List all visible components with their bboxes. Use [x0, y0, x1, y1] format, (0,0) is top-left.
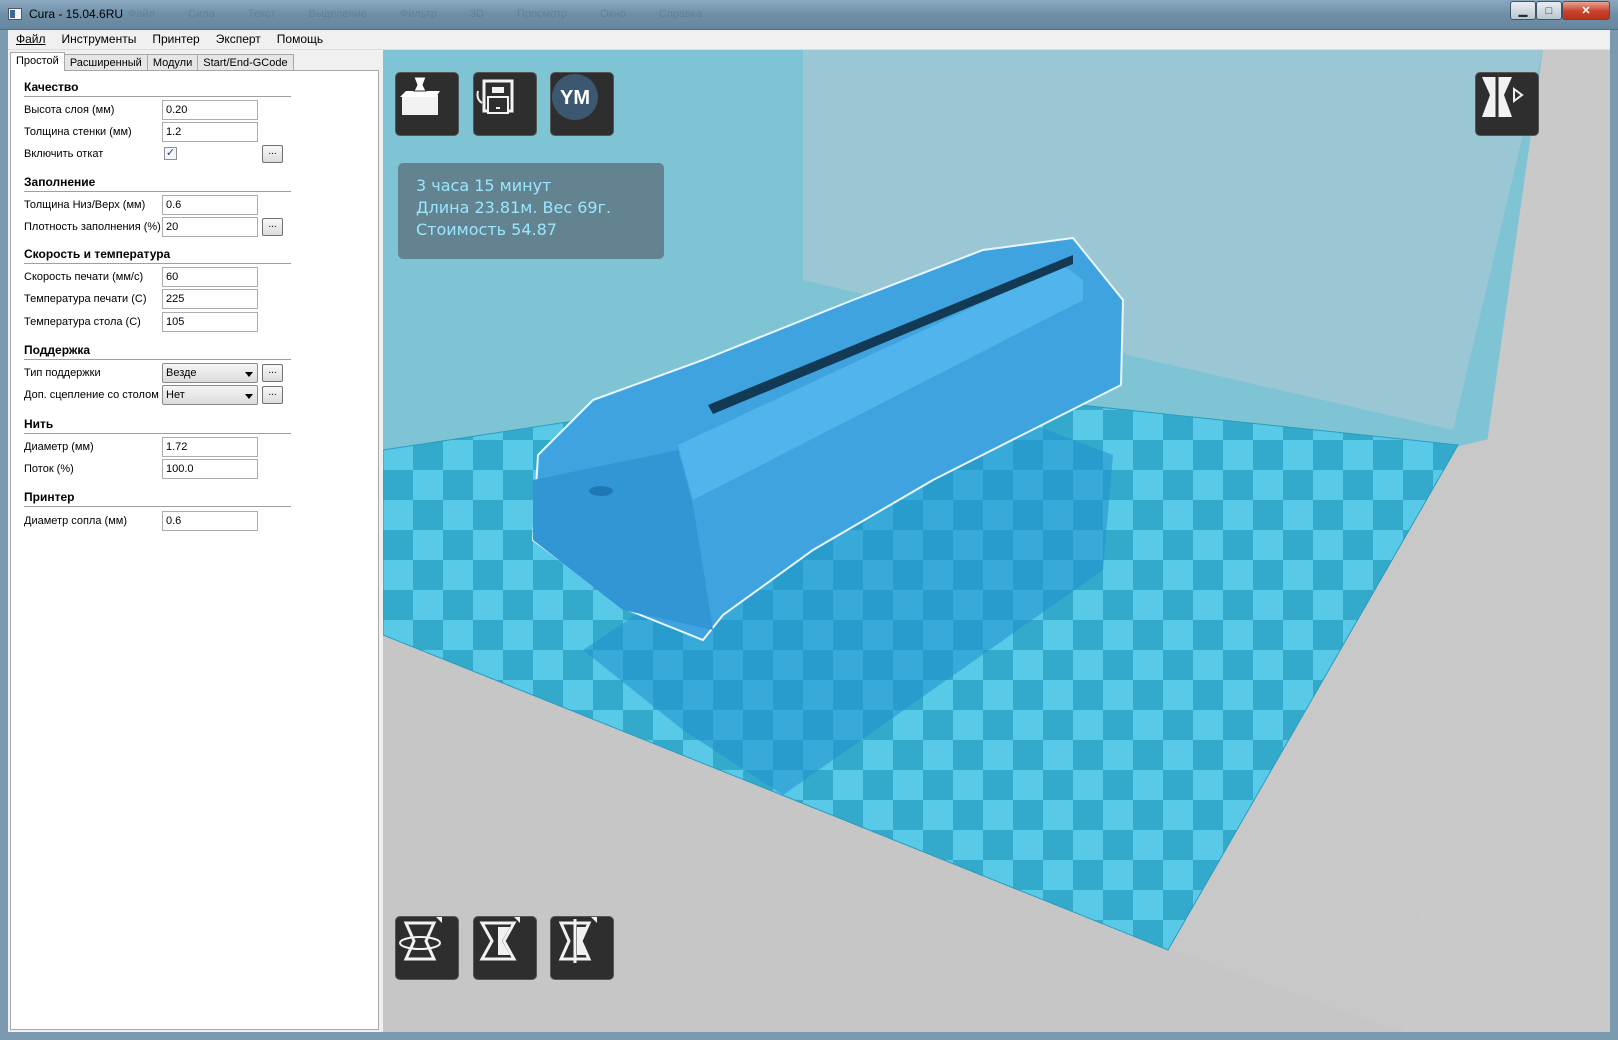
- mirror-icon: [558, 917, 597, 963]
- print-temp-field[interactable]: [162, 289, 258, 309]
- support-type-more-button[interactable]: ...: [262, 364, 283, 382]
- maximize-button[interactable]: □: [1536, 1, 1562, 20]
- flow-label: Поток (%): [24, 463, 74, 475]
- section-support-title: Поддержка: [24, 343, 91, 357]
- section-divider: [24, 263, 291, 264]
- section-divider: [24, 191, 291, 192]
- bottom-top-thickness-field[interactable]: [162, 195, 258, 215]
- print-info-box: 3 часа 15 минут Длина 23.81м. Вес 69г. С…: [398, 163, 664, 259]
- menu-bar: Файл Инструменты Принтер Эксперт Помощь: [8, 30, 1610, 50]
- section-divider: [24, 96, 291, 97]
- title-bar: Cura - 15.04.6RU Файл Сила Текст Выделен…: [0, 0, 1618, 30]
- print-button[interactable]: [473, 72, 537, 136]
- print-speed-field[interactable]: [162, 267, 258, 287]
- scale-button[interactable]: [473, 916, 537, 980]
- retraction-checkbox[interactable]: ✓: [164, 147, 177, 160]
- wall-thickness-label: Толщина стенки (мм): [24, 126, 132, 138]
- flow-field[interactable]: [162, 459, 258, 479]
- section-divider: [24, 359, 291, 360]
- support-type-value: Везде: [166, 367, 197, 379]
- tab-simple[interactable]: Простой: [10, 52, 65, 71]
- nozzle-size-field[interactable]: [162, 511, 258, 531]
- menu-expert[interactable]: Эксперт: [208, 30, 269, 49]
- bed-temp-label: Температура стола (С): [24, 316, 141, 328]
- view-mode-button[interactable]: [1475, 72, 1539, 136]
- wall-thickness-field[interactable]: [162, 122, 258, 142]
- section-divider: [24, 433, 291, 434]
- fill-density-more-button[interactable]: ...: [262, 218, 283, 236]
- filament-length-weight: Длина 23.81м. Вес 69г.: [416, 198, 612, 217]
- youmagine-icon: YM: [552, 74, 598, 120]
- layer-height-field[interactable]: [162, 100, 258, 120]
- background-window-menu: Файл Сила Текст Выделение Фильтр 3D Прос…: [128, 8, 703, 20]
- print-cost: Стоимость 54.87: [416, 220, 557, 239]
- retraction-more-button[interactable]: ...: [262, 145, 283, 163]
- settings-tabs: Простой Расширенный Модули Start/End-GCo…: [10, 52, 294, 71]
- fill-density-label: Плотность заполнения (%): [24, 221, 161, 233]
- platform-adhesion-label: Доп. сцепление со столом: [24, 389, 159, 401]
- tab-plugins[interactable]: Модули: [146, 54, 199, 71]
- rotate-button[interactable]: [395, 916, 459, 980]
- rotate-icon: [399, 917, 442, 961]
- folder-open-icon: [400, 76, 440, 115]
- fill-density-field[interactable]: [162, 217, 258, 237]
- printer-icon: [476, 79, 514, 114]
- print-time: 3 часа 15 минут: [416, 176, 552, 195]
- load-model-button[interactable]: [395, 72, 459, 136]
- menu-file[interactable]: Файл: [8, 30, 54, 49]
- settings-panel: Простой Расширенный Модули Start/End-GCo…: [8, 50, 383, 1032]
- tab-advanced[interactable]: Расширенный: [63, 54, 148, 71]
- section-fill-title: Заполнение: [24, 175, 96, 189]
- menu-tools[interactable]: Инструменты: [54, 30, 145, 49]
- bed-temp-field[interactable]: [162, 312, 258, 332]
- bottom-top-thickness-label: Толщина Низ/Верх (мм): [24, 199, 146, 211]
- app-icon: [8, 8, 22, 20]
- tab-start-end-gcode[interactable]: Start/End-GCode: [197, 54, 294, 71]
- model-hole: [589, 486, 613, 496]
- support-type-label: Тип поддержки: [24, 367, 101, 379]
- platform-adhesion-value: Нет: [166, 389, 185, 401]
- youmagine-button[interactable]: YM: [550, 72, 614, 136]
- print-speed-label: Скорость печати (мм/с): [24, 271, 144, 283]
- chevron-down-icon: [245, 394, 253, 399]
- section-filament-title: Нить: [24, 417, 54, 431]
- section-speed-title: Скорость и температура: [24, 247, 171, 261]
- 3d-viewport[interactable]: YM 3 часа 15 минут Длина 23.81м. Вес 69г…: [383, 50, 1610, 1032]
- platform-adhesion-select[interactable]: Нет: [162, 385, 258, 405]
- window-frame-right: [1610, 30, 1618, 1032]
- view-mode-icon: [1482, 77, 1524, 117]
- filament-diameter-field[interactable]: [162, 437, 258, 457]
- mirror-button[interactable]: [550, 916, 614, 980]
- support-type-select[interactable]: Везде: [162, 363, 258, 383]
- minimize-button[interactable]: ▁: [1510, 1, 1536, 20]
- window-frame-left: [0, 30, 8, 1032]
- menu-help[interactable]: Помощь: [269, 30, 331, 49]
- scale-icon: [479, 917, 520, 961]
- section-divider: [24, 506, 291, 507]
- nozzle-size-label: Диаметр сопла (мм): [24, 515, 127, 527]
- menu-printer[interactable]: Принтер: [144, 30, 207, 49]
- chevron-down-icon: [245, 372, 253, 377]
- window-frame-bottom: [0, 1032, 1618, 1040]
- youmagine-logo-text: YM: [560, 87, 590, 109]
- section-quality-title: Качество: [24, 80, 79, 94]
- layer-height-label: Высота слоя (мм): [24, 104, 115, 116]
- platform-adhesion-more-button[interactable]: ...: [262, 386, 283, 404]
- filament-diameter-label: Диаметр (мм): [24, 441, 94, 453]
- retraction-label: Включить откат: [24, 148, 104, 160]
- close-button[interactable]: ✕: [1562, 1, 1610, 20]
- window-title: Cura - 15.04.6RU: [29, 7, 124, 21]
- print-temp-label: Температура печати (С): [24, 293, 147, 305]
- section-printer-title: Принтер: [24, 490, 75, 504]
- tab-content: Качество Высота слоя (мм) Толщина стенки…: [10, 70, 379, 1030]
